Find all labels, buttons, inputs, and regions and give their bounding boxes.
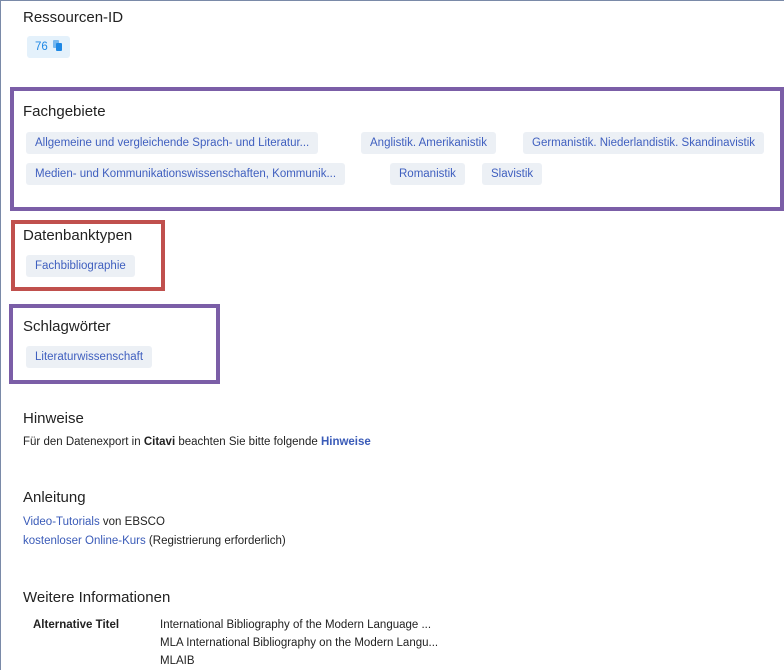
alternative-titel-label: Alternative Titel [33, 619, 120, 631]
fachgebiet-chip[interactable]: Anglistik. Amerikanistik [361, 132, 496, 154]
citavi-label: Citavi [143, 436, 176, 448]
video-tutorials-link[interactable]: Video-Tutorials [23, 516, 100, 528]
schlagwoerter-highlight-box [9, 304, 220, 384]
fachgebiet-chip[interactable]: Germanistik. Niederlandistik. Skandinavi… [523, 132, 765, 154]
fachgebiet-chip[interactable]: Allgemeine und vergleichende Sprach- und… [26, 132, 319, 154]
fachgebiet-chip[interactable]: Medien- und Kommunikationswissenschaften… [26, 163, 346, 185]
resource-id-title: Ressourcen-ID [23, 9, 124, 26]
datenbanktypen-title: Datenbanktypen [23, 227, 133, 244]
resource-id-value: 76 [35, 41, 48, 53]
online-kurs-link[interactable]: kostenloser Online-Kurs [23, 535, 146, 547]
hinweise-title: Hinweise [23, 410, 84, 427]
datenbanktyp-chip[interactable]: Fachbibliographie [26, 255, 135, 277]
hinweise-link[interactable]: Hinweise [321, 436, 371, 448]
alternative-titel-value: MLA International Bibliography on the Mo… [160, 637, 439, 649]
alternative-titel-value: International Bibliography of the Modern… [160, 619, 432, 631]
anleitung-title: Anleitung [23, 489, 86, 506]
schlagwoerter-title: Schlagwörter [23, 318, 111, 335]
fachgebiete-title: Fachgebiete [23, 103, 106, 120]
weitere-informationen-title: Weitere Informationen [23, 589, 171, 606]
resource-id-badge[interactable]: 76 [27, 36, 70, 58]
alternative-titel-value: MLAIB [160, 655, 195, 667]
anleitung-line-2: kostenloser Online-Kurs (Registrierung e… [23, 535, 286, 547]
copy-icon[interactable] [52, 40, 62, 51]
hinweise-text: Für den Datenexport in Citavi beachten S… [23, 436, 371, 448]
schlagwort-chip[interactable]: Literaturwissenschaft [26, 346, 153, 368]
fachgebiet-chip[interactable]: Slavistik [482, 163, 543, 185]
fachgebiet-chip[interactable]: Romanistik [390, 163, 465, 185]
anleitung-line-1: Video-Tutorials von EBSCO [23, 516, 165, 528]
